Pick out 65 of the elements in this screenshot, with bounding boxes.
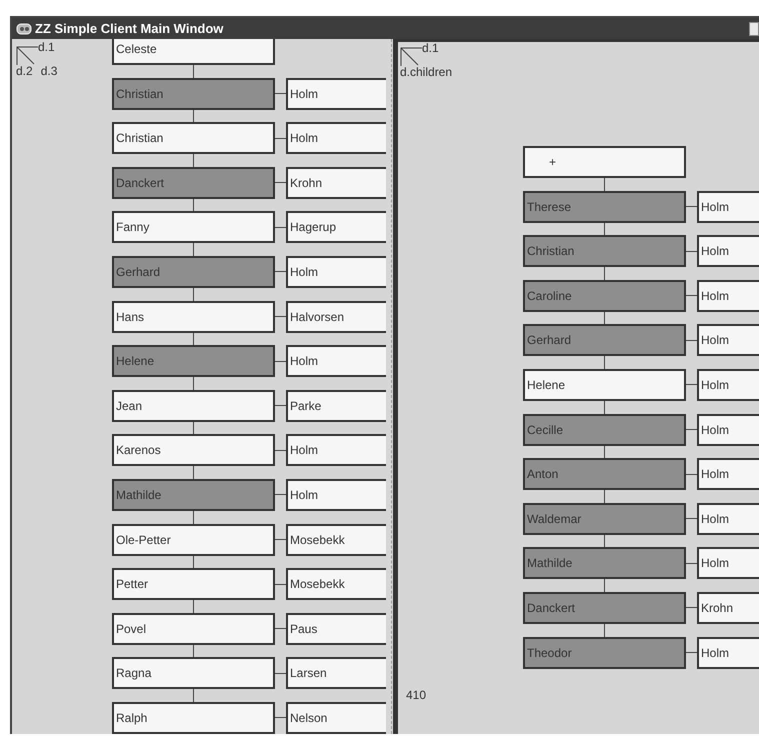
surname-cell[interactable]: Hagerup (286, 211, 386, 244)
surname-cell[interactable]: Holm (286, 122, 386, 154)
name-cell[interactable]: Ralph (112, 702, 275, 734)
name-cell[interactable]: Waldemar (523, 502, 686, 535)
name-cell[interactable]: Danckert (112, 166, 275, 199)
surname-cell[interactable]: Paus (286, 612, 386, 645)
axis-label: d.1 (38, 41, 55, 53)
name-cell[interactable]: Theodor (523, 636, 686, 669)
name-cell[interactable]: Therese (523, 190, 686, 223)
surname-cell[interactable]: Larsen (286, 657, 386, 690)
name-cell[interactable]: Helene (523, 368, 686, 401)
minimize-button[interactable] (749, 22, 759, 36)
surname-cell[interactable]: Holm (697, 324, 759, 356)
name-cell[interactable]: Gerhard (523, 324, 686, 356)
name-cell[interactable]: Cecille (523, 414, 686, 446)
root-cell[interactable]: + (523, 146, 686, 178)
name-cell[interactable]: Christian (112, 122, 275, 154)
surname-cell[interactable]: Holm (697, 190, 759, 223)
surname-cell[interactable]: Holm (697, 368, 759, 401)
surname-cell[interactable]: Holm (286, 478, 386, 511)
axes-icon (16, 45, 38, 65)
name-cell[interactable]: Gerhard (112, 256, 275, 288)
axis-label: d.children (400, 66, 452, 78)
surname-cell[interactable]: Holm (286, 256, 386, 288)
name-cell[interactable]: Christian (523, 235, 686, 268)
surname-cell[interactable]: Holm (697, 547, 759, 580)
name-cell[interactable]: Helene (112, 345, 275, 378)
item-count: 410 (406, 687, 428, 704)
name-cell[interactable]: Celeste (112, 39, 275, 65)
app-icon (16, 22, 32, 36)
surname-cell[interactable]: Parke (286, 390, 386, 422)
name-cell[interactable]: Caroline (523, 280, 686, 312)
name-cell[interactable]: Mathilde (112, 478, 275, 511)
surname-cell[interactable]: Holm (697, 414, 759, 446)
axis-label: d.2 (16, 65, 33, 77)
axes-icon (400, 46, 422, 66)
surname-cell[interactable]: Holm (697, 502, 759, 535)
surname-cell[interactable]: Halvorsen (286, 300, 386, 333)
surname-cell[interactable]: Krohn (286, 166, 386, 199)
name-cell[interactable]: Danckert (523, 592, 686, 624)
name-cell[interactable]: Ole-Petter (112, 524, 275, 556)
surname-cell[interactable]: Holm (286, 345, 386, 378)
name-cell[interactable]: Christian (112, 78, 275, 110)
name-cell[interactable]: Anton (523, 458, 686, 490)
axis-label: d.3 (40, 65, 58, 77)
name-cell[interactable]: Mathilde (523, 547, 686, 580)
window-title: ZZ Simple Client Main Window (35, 20, 224, 38)
name-cell[interactable]: Fanny (112, 211, 275, 244)
name-cell[interactable]: Ragna (112, 657, 275, 690)
surname-cell[interactable]: Holm (286, 434, 386, 466)
name-cell[interactable]: Karenos (112, 434, 275, 466)
name-cell[interactable]: Hans (112, 300, 275, 333)
surname-cell[interactable]: Holm (286, 78, 386, 110)
name-cell[interactable]: Petter (112, 568, 275, 600)
name-cell[interactable]: Povel (112, 612, 275, 645)
surname-cell[interactable]: Mosebekk (286, 568, 386, 600)
surname-cell[interactable]: Holm (697, 280, 759, 312)
surname-cell[interactable]: Mosebekk (286, 524, 386, 556)
surname-cell[interactable]: Nelson (286, 702, 386, 734)
surname-cell[interactable]: Krohn (697, 592, 759, 624)
surname-cell[interactable]: Holm (697, 636, 759, 669)
surname-cell[interactable]: Holm (697, 235, 759, 268)
name-cell[interactable]: Jean (112, 390, 275, 422)
axis-label: d.1 (422, 42, 439, 54)
surname-cell[interactable]: Holm (697, 458, 759, 490)
